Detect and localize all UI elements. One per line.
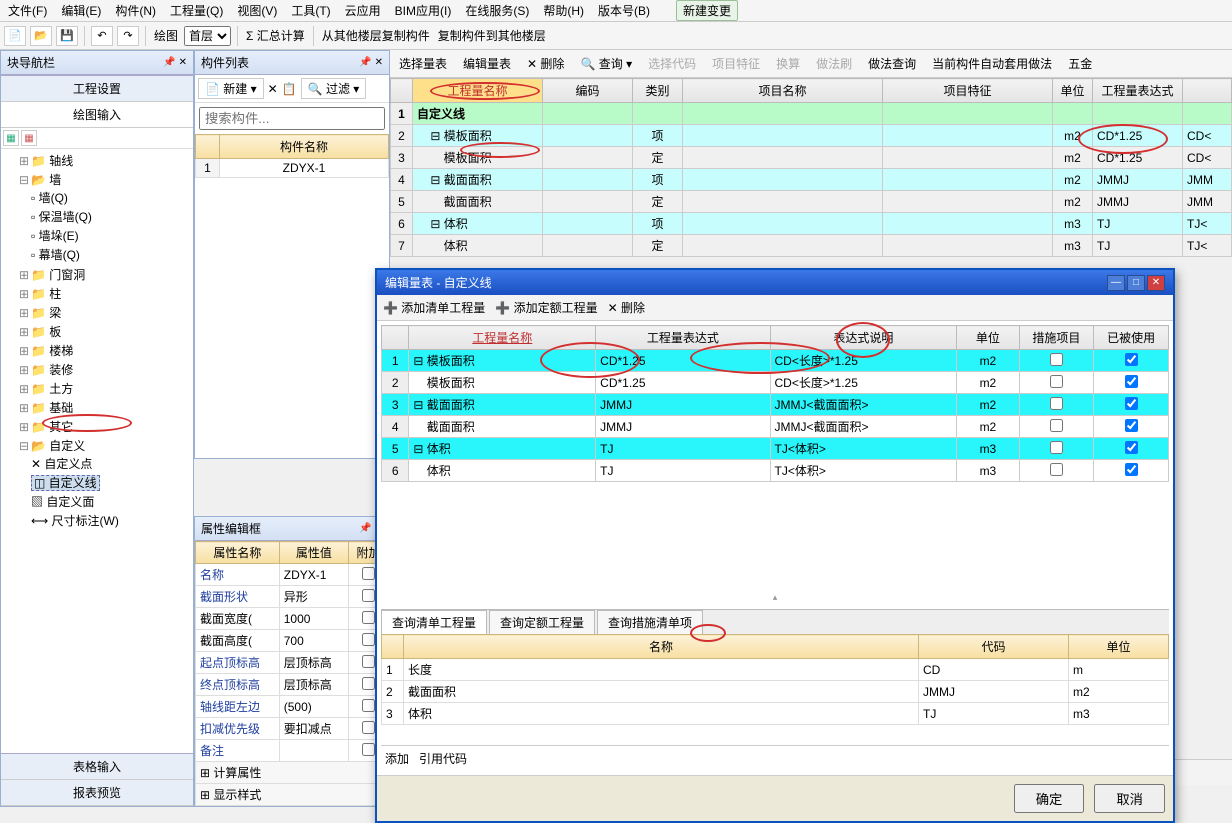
- tree-custom-area[interactable]: ▧ 自定义面: [31, 492, 191, 511]
- add-action[interactable]: 添加: [385, 752, 409, 766]
- nav-panel: 块导航栏 📌 ✕ 工程设置 绘图输入 ▦ ▦ ⊞📁 轴线 ⊟📂 墙 ▫ 墙(Q) …: [0, 50, 194, 807]
- menu-bim[interactable]: BIM应用(I): [391, 1, 456, 20]
- maximize-icon[interactable]: □: [1127, 275, 1145, 291]
- copy-from-button[interactable]: 从其他楼层复制构件: [320, 27, 432, 44]
- menu-tool[interactable]: 工具(T): [287, 1, 334, 20]
- edit-sheet-dialog: 编辑量表 - 自定义线 — □ ✕ ➕ 添加清单工程量 ➕ 添加定额工程量 ✕ …: [375, 268, 1175, 823]
- sum-button[interactable]: Σ 汇总计算: [244, 27, 307, 44]
- dlg-delete-button[interactable]: ✕ 删除: [608, 299, 645, 316]
- filter-button[interactable]: 🔍 过滤 ▾: [301, 78, 367, 99]
- collapse-icon[interactable]: ▦: [21, 130, 37, 146]
- hardware-button[interactable]: 五金: [1063, 53, 1097, 74]
- tab-draw-input[interactable]: 绘图输入: [1, 102, 193, 128]
- add-norm-qty-button[interactable]: ➕ 添加定额工程量: [495, 299, 597, 316]
- delete-button[interactable]: ✕ 删除: [522, 53, 569, 74]
- ref-code-action[interactable]: 引用代码: [419, 752, 467, 766]
- tree-dimension[interactable]: ⟷ 尺寸标注(W): [31, 511, 191, 530]
- new-icon[interactable]: 📄: [4, 26, 26, 46]
- dialog-grid[interactable]: 工程量名称 工程量表达式 表达式说明 单位 措施项目 已被使用 1⊟ 模板面积C…: [381, 325, 1169, 482]
- undo-icon[interactable]: ↶: [91, 26, 113, 46]
- component-row: ZDYX-1: [220, 159, 389, 178]
- component-list-panel: 构件列表 📌 ✕ 📄 新建 ▾ ✕ 📋 🔍 过滤 ▾ 构件名称 1ZDYX-1 属…: [194, 50, 390, 807]
- tab-query-list[interactable]: 查询清单工程量: [381, 610, 487, 634]
- open-icon[interactable]: 📂: [30, 26, 52, 46]
- redo-icon[interactable]: ↷: [117, 26, 139, 46]
- tab-query-measure[interactable]: 查询措施清单项: [597, 610, 703, 634]
- close-icon[interactable]: ✕: [1147, 275, 1165, 291]
- property-panel: 属性编辑框📌 ✕ 属性名称属性值附加 名称ZDYX-1截面形状异形截面宽度(10…: [194, 516, 390, 807]
- select-code-button: 选择代码: [643, 53, 701, 74]
- minimize-icon[interactable]: —: [1107, 275, 1125, 291]
- menu-bar: 文件(F) 编辑(E) 构件(N) 工程量(Q) 视图(V) 工具(T) 云应用…: [0, 0, 1232, 22]
- component-grid[interactable]: 构件名称 1ZDYX-1: [195, 134, 389, 178]
- tree-curtain-wall[interactable]: ▫ 幕墙(Q): [31, 245, 191, 264]
- menu-qty[interactable]: 工程量(Q): [166, 1, 227, 20]
- search-input[interactable]: [199, 107, 385, 130]
- delete-component-icon[interactable]: ✕: [268, 82, 278, 96]
- edit-sheet-button[interactable]: 编辑量表: [458, 53, 516, 74]
- nav-title: 块导航栏: [7, 54, 55, 71]
- add-list-qty-button[interactable]: ➕ 添加清单工程量: [383, 299, 485, 316]
- menu-help[interactable]: 帮助(H): [539, 1, 588, 20]
- copy-to-button[interactable]: 复制构件到其他楼层: [436, 27, 548, 44]
- property-grid[interactable]: 属性名称属性值附加 名称ZDYX-1截面形状异形截面宽度(1000截面高度(70…: [195, 541, 389, 806]
- right-toolbar: 选择量表 编辑量表 ✕ 删除 🔍 查询 ▾ 选择代码 项目特征 换算 做法刷 做…: [390, 50, 1232, 78]
- tab-project-settings[interactable]: 工程设置: [1, 76, 193, 102]
- floor-select[interactable]: 首层: [184, 26, 231, 46]
- convert-button: 换算: [771, 53, 805, 74]
- copy-component-icon[interactable]: 📋: [282, 82, 297, 96]
- tab-query-norm[interactable]: 查询定额工程量: [489, 610, 595, 634]
- menu-version[interactable]: 版本号(B): [594, 1, 654, 20]
- auto-apply-button[interactable]: 当前构件自动套用做法: [927, 53, 1057, 74]
- tree-custom-point[interactable]: ✕ 自定义点: [31, 454, 191, 473]
- nav-tree[interactable]: ⊞📁 轴线 ⊟📂 墙 ▫ 墙(Q) ▫ 保温墙(Q) ▫ 墙垛(E) ▫ 幕墙(…: [1, 149, 193, 753]
- query-button[interactable]: 🔍 查询 ▾: [575, 53, 637, 74]
- item-feature-button: 项目特征: [707, 53, 765, 74]
- pin-icon[interactable]: 📌 ✕: [359, 57, 383, 68]
- quantity-grid[interactable]: 工程量名称 编码 类别 项目名称 项目特征 单位 工程量表达式 1自定义线2 ⊟…: [390, 78, 1232, 257]
- menu-online[interactable]: 在线服务(S): [461, 1, 533, 20]
- tree-wall-pier[interactable]: ▫ 墙垛(E): [31, 226, 191, 245]
- brush-button: 做法刷: [811, 53, 857, 74]
- expand-icon[interactable]: ▦: [3, 130, 19, 146]
- pin-icon[interactable]: 📌 ✕: [163, 57, 187, 68]
- new-change-button[interactable]: 新建变更: [676, 0, 738, 21]
- component-list-title: 构件列表: [201, 54, 249, 71]
- menu-file[interactable]: 文件(F): [4, 1, 51, 20]
- main-toolbar: 📄 📂 💾 ↶ ↷ 绘图 首层 Σ 汇总计算 从其他楼层复制构件 复制构件到其他…: [0, 22, 1232, 50]
- property-title: 属性编辑框: [201, 520, 261, 537]
- menu-component[interactable]: 构件(N): [111, 1, 160, 20]
- menu-edit[interactable]: 编辑(E): [57, 1, 105, 20]
- ok-button[interactable]: 确定: [1014, 784, 1085, 813]
- dialog-lookup-grid[interactable]: 名称代码单位 1长度CDm2截面面积JMMJm23体积TJm3: [381, 634, 1169, 725]
- dialog-title: 编辑量表 - 自定义线: [385, 276, 492, 290]
- cancel-button[interactable]: 取消: [1094, 784, 1165, 813]
- menu-cloud[interactable]: 云应用: [341, 1, 385, 20]
- draw-label[interactable]: 绘图: [152, 27, 180, 44]
- tree-wall-q[interactable]: ▫ 墙(Q): [31, 188, 191, 207]
- method-query-button[interactable]: 做法查询: [863, 53, 921, 74]
- select-sheet-button[interactable]: 选择量表: [394, 53, 452, 74]
- menu-view[interactable]: 视图(V): [233, 1, 281, 20]
- new-component-button[interactable]: 📄 新建 ▾: [198, 78, 264, 99]
- tree-custom-line[interactable]: ◫ 自定义线: [31, 473, 191, 492]
- save-icon[interactable]: 💾: [56, 26, 78, 46]
- tab-report-preview[interactable]: 报表预览: [1, 780, 193, 806]
- tree-insulation-wall[interactable]: ▫ 保温墙(Q): [31, 207, 191, 226]
- tab-table-input[interactable]: 表格输入: [1, 754, 193, 780]
